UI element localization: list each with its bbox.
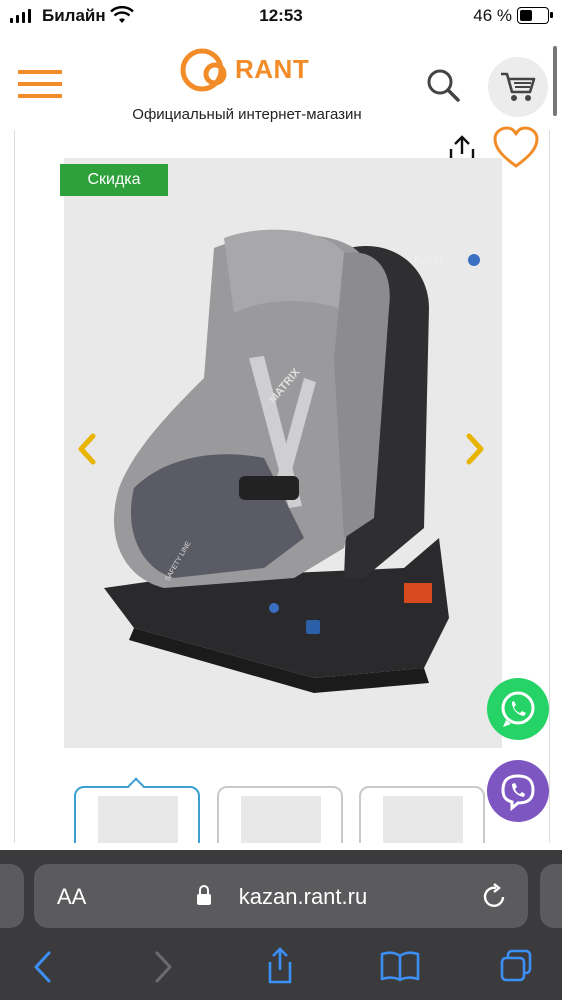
search-icon[interactable]: [426, 68, 462, 104]
discount-badge: Скидка: [60, 164, 168, 196]
cart-icon: [501, 72, 536, 101]
product-image[interactable]: RANT MATRIX SAFETY LINE: [64, 158, 502, 748]
tabs-icon[interactable]: [498, 948, 534, 984]
bookmarks-icon[interactable]: [380, 950, 420, 982]
page-scroll-indicator: [0, 843, 562, 850]
reload-icon[interactable]: [482, 882, 508, 910]
logo-text: RANT: [235, 54, 310, 84]
logo-mark-icon: [180, 48, 227, 92]
status-bar: Билайн 12:53 46 %: [0, 0, 562, 30]
forward-icon[interactable]: [152, 950, 174, 984]
prev-tab-preview[interactable]: [0, 864, 24, 928]
chevron-left-icon[interactable]: [76, 432, 98, 466]
menu-button[interactable]: [18, 70, 62, 102]
chevron-right-icon[interactable]: [464, 432, 486, 466]
url-text[interactable]: kazan.rant.ru: [22, 884, 562, 910]
whatsapp-button[interactable]: [487, 678, 549, 740]
viber-button[interactable]: [487, 760, 549, 822]
seat-brand-label: RANT: [414, 254, 445, 266]
share-icon[interactable]: [264, 946, 296, 986]
cart-button[interactable]: [488, 57, 548, 117]
back-icon[interactable]: [32, 950, 54, 984]
header-scrollbar[interactable]: [553, 46, 557, 116]
viber-icon: [501, 774, 535, 811]
car-seat-illustration: [104, 229, 480, 693]
battery-percent: 46 %: [473, 6, 512, 25]
site-tagline: Официальный интернет-магазин: [132, 106, 362, 123]
whatsapp-icon: [501, 691, 535, 727]
battery-icon: [517, 7, 553, 24]
